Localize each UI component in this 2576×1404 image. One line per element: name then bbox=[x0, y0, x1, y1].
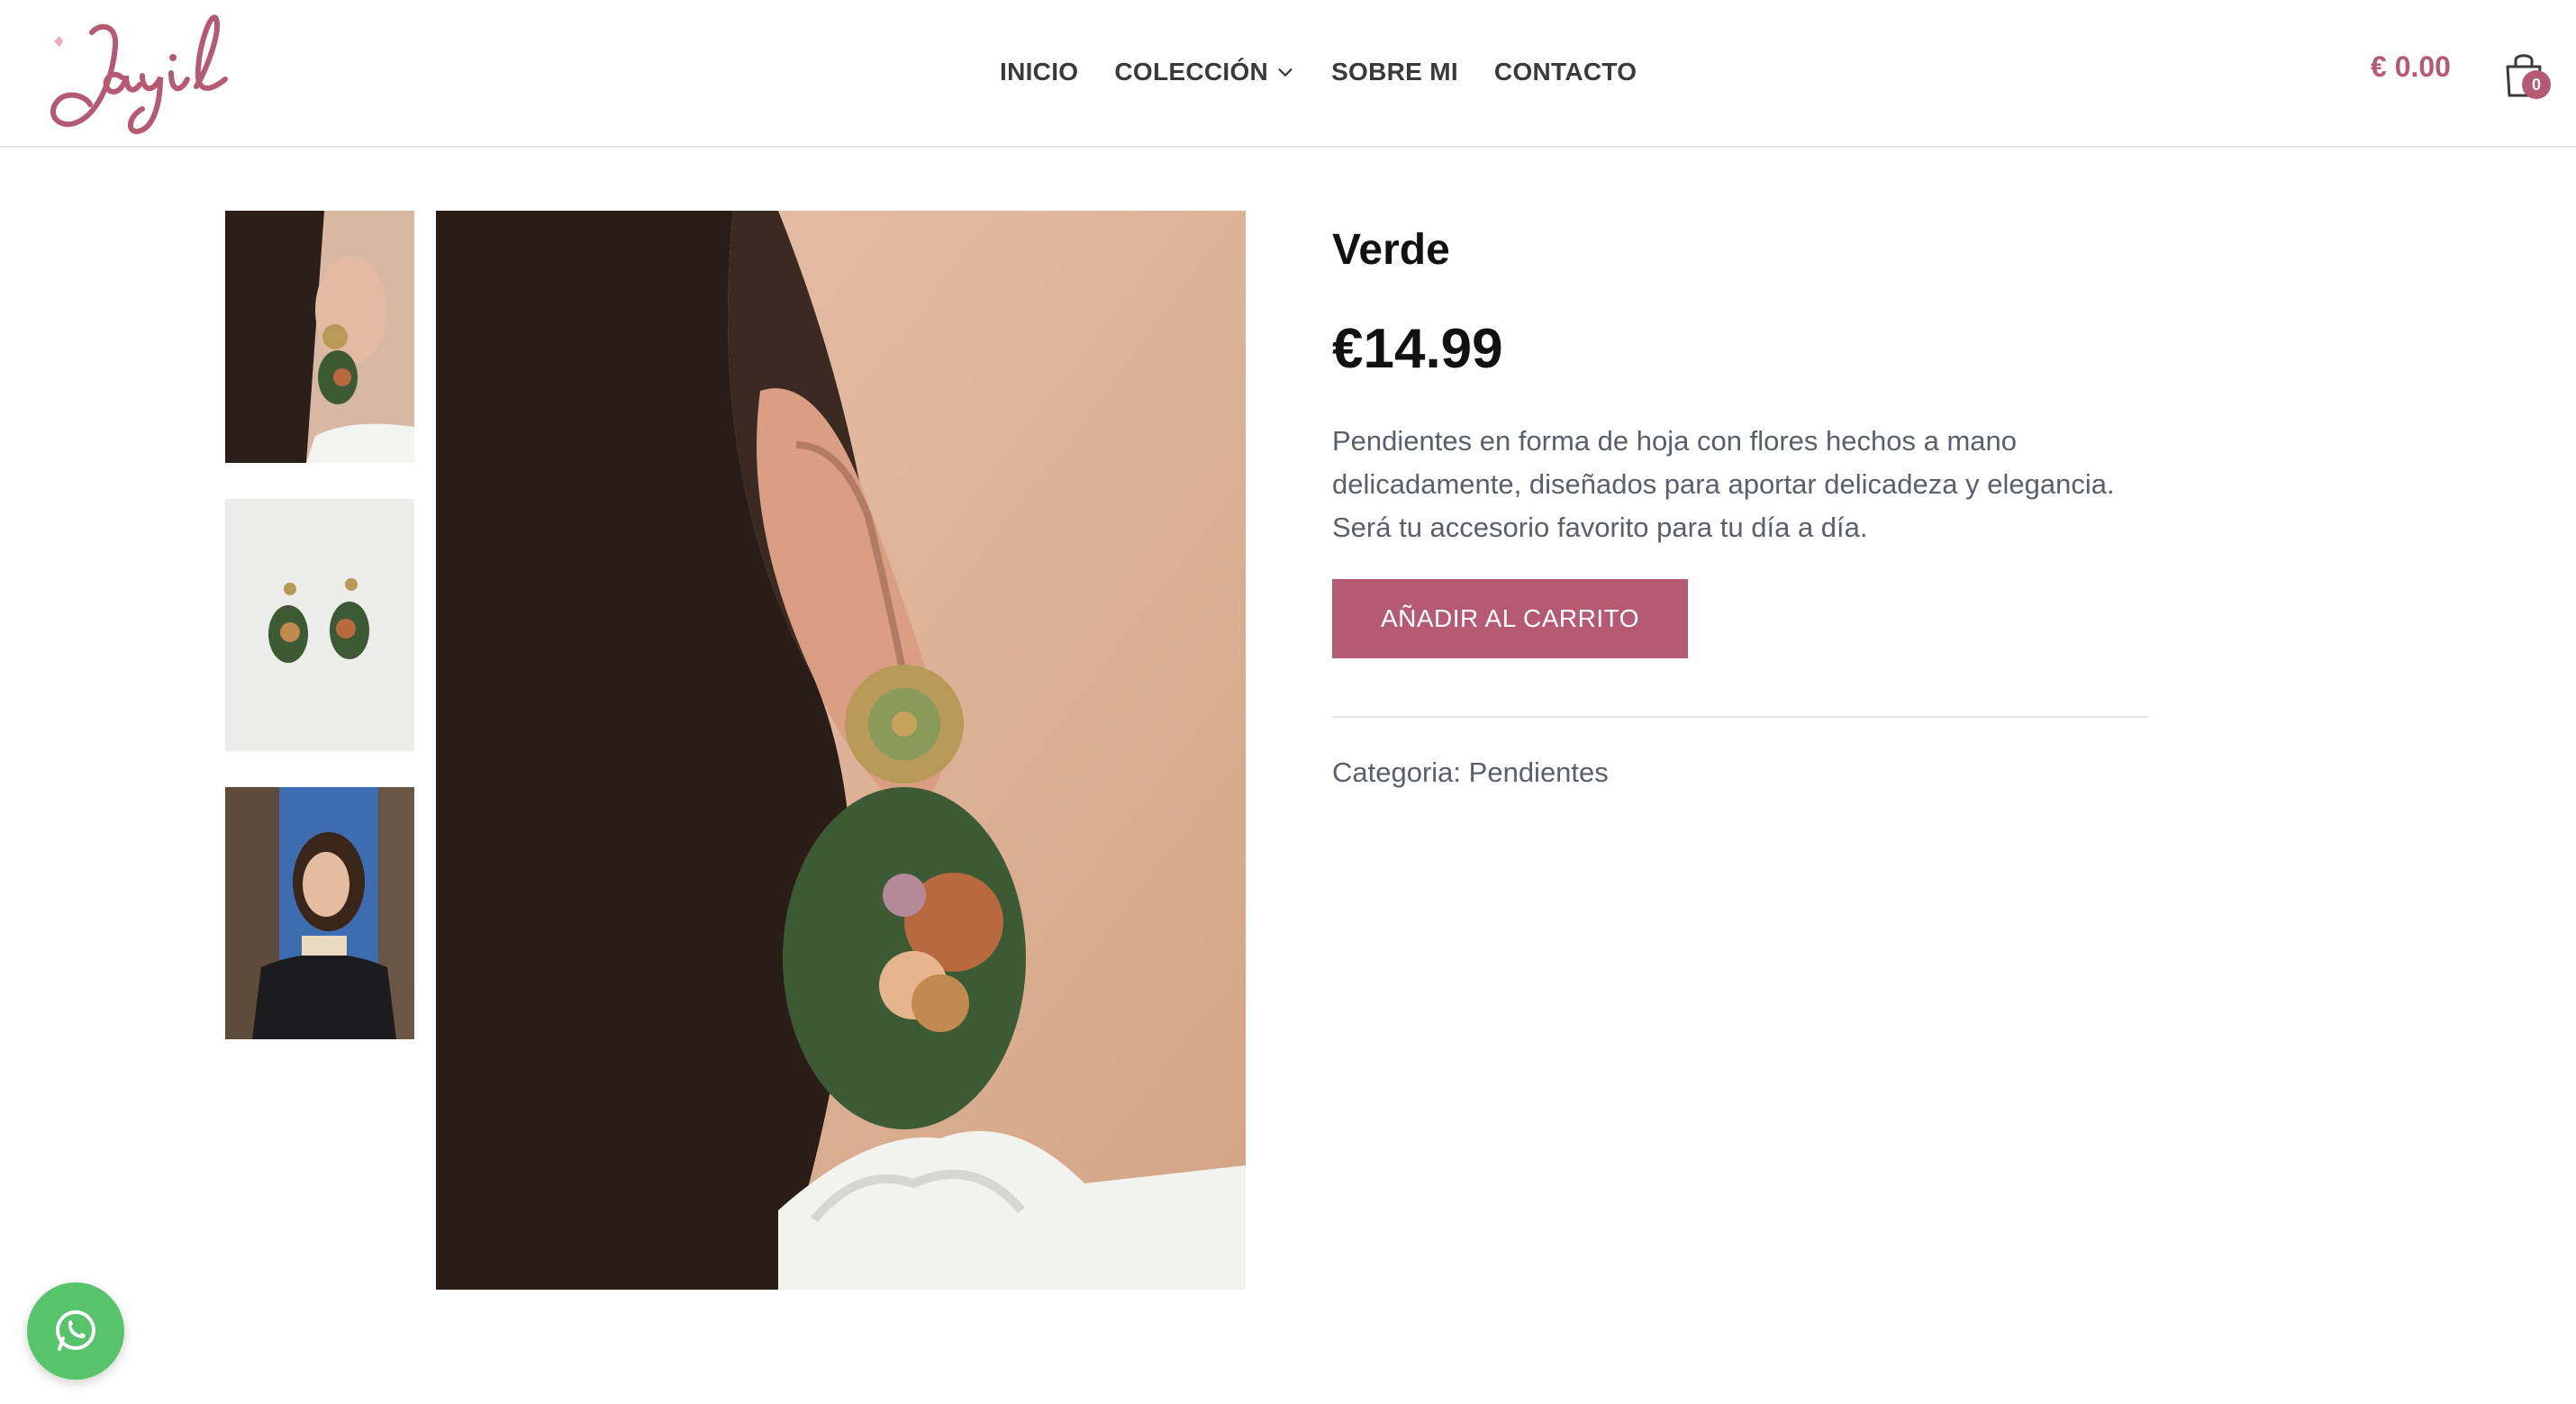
gallery-thumbnail-3[interactable] bbox=[225, 787, 414, 1039]
cart-total[interactable]: € 0.00 bbox=[2371, 50, 2451, 84]
add-to-cart-button[interactable]: AÑADIR AL CARRITO bbox=[1332, 579, 1688, 658]
whatsapp-icon bbox=[56, 1310, 95, 1351]
main-nav: INICIO COLECCIÓN SOBRE MI CONTACTO bbox=[1000, 47, 1637, 97]
site-logo[interactable] bbox=[36, 5, 243, 137]
product-price: €14.99 bbox=[1332, 318, 1503, 380]
site-header: INICIO COLECCIÓN SOBRE MI CONTACTO € 0.0… bbox=[0, 0, 2576, 148]
category-label: Categoria: bbox=[1332, 756, 1462, 788]
product-main-image[interactable] bbox=[436, 211, 1246, 1290]
nav-sobre-mi[interactable]: SOBRE MI bbox=[1331, 58, 1458, 86]
cart-count-badge: 0 bbox=[2522, 70, 2551, 99]
nav-contacto[interactable]: CONTACTO bbox=[1494, 58, 1637, 86]
nav-contacto-label: CONTACTO bbox=[1493, 58, 1637, 86]
whatsapp-button[interactable] bbox=[27, 1282, 124, 1380]
category-link[interactable]: Pendientes bbox=[1469, 756, 1609, 788]
chevron-down-icon bbox=[1278, 68, 1293, 77]
product-category: Categoria: Pendientes bbox=[1332, 756, 1609, 789]
product-title: Verde bbox=[1332, 226, 1450, 274]
gallery-thumbnail-2[interactable] bbox=[225, 499, 414, 751]
gallery-thumbnail-1[interactable] bbox=[225, 211, 414, 463]
product-description: Pendientes en forma de hoja con flores h… bbox=[1332, 425, 2115, 543]
nav-sobre-mi-label: SOBRE MI bbox=[1331, 58, 1458, 86]
nav-inicio-label: INICIO bbox=[1000, 58, 1079, 86]
divider bbox=[1332, 716, 2148, 718]
nav-inicio[interactable]: INICIO bbox=[1000, 58, 1078, 86]
nav-coleccion[interactable]: COLECCIÓN bbox=[1114, 58, 1295, 86]
nav-coleccion-label: COLECCIÓN bbox=[1114, 58, 1269, 86]
